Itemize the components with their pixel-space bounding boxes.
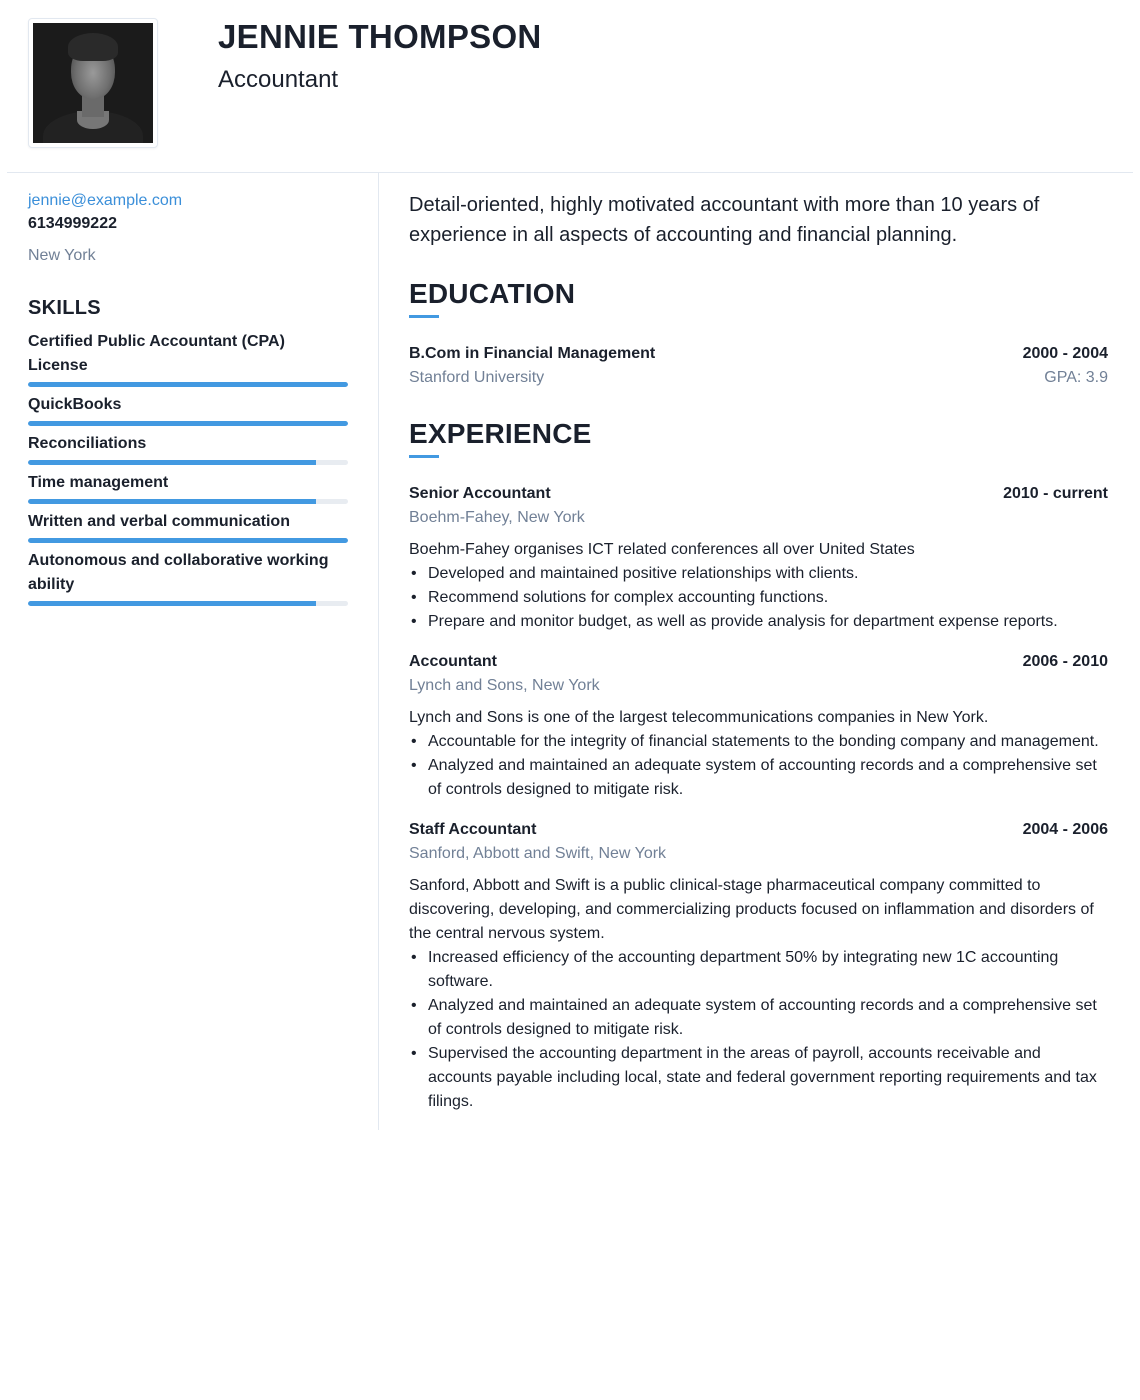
candidate-title: Accountant: [218, 66, 339, 93]
main-content: Detail-oriented, highly motivated accoun…: [409, 190, 1108, 1114]
skill-level-fill: [28, 538, 348, 543]
skill-level-fill: [28, 499, 316, 504]
job-bullet: Developed and maintained positive relati…: [409, 562, 1108, 586]
sidebar: jennie@example.com 6134999222 New York S…: [28, 190, 348, 606]
skill-item: Written and verbal communication: [28, 510, 348, 543]
experience-header-row: Senior Accountant 2010 - current: [409, 482, 1108, 506]
job-years: 2010 - current: [1003, 485, 1108, 502]
skill-item: Time management: [28, 471, 348, 504]
experience-header-row: Staff Accountant 2004 - 2006: [409, 818, 1108, 842]
candidate-name: JENNIE THOMPSON: [218, 18, 542, 55]
skills-heading: SKILLS: [28, 297, 101, 319]
skill-name: QuickBooks: [28, 396, 122, 413]
skill-level-bar: [28, 421, 348, 426]
education-entry: B.Com in Financial Management 2000 - 2004…: [409, 342, 1108, 390]
job-bullet: Analyzed and maintained an adequate syst…: [409, 994, 1108, 1042]
job-description: Boehm-Fahey organises ICT related confer…: [409, 541, 915, 558]
experience-header-row: Accountant 2006 - 2010: [409, 650, 1108, 674]
location: New York: [28, 247, 96, 264]
profile-photo: [33, 23, 153, 143]
job-years: 2004 - 2006: [1022, 821, 1108, 838]
job-bullet: Supervised the accounting department in …: [409, 1042, 1108, 1114]
profile-photo-frame: [28, 18, 158, 148]
phone-number: 6134999222: [28, 215, 117, 232]
degree: B.Com in Financial Management: [409, 345, 656, 362]
resume-header: JENNIE THOMPSON Accountant: [0, 0, 1140, 173]
job-description: Sanford, Abbott and Swift is a public cl…: [409, 877, 1094, 942]
skill-level-bar: [28, 499, 348, 504]
skill-item: Autonomous and collaborative working abi…: [28, 549, 348, 606]
experience-list: Senior Accountant 2010 - current Boehm-Fah…: [409, 482, 1108, 1114]
job-role: Staff Accountant: [409, 821, 537, 838]
job-description: Lynch and Sons is one of the largest tel…: [409, 709, 989, 726]
education-list: B.Com in Financial Management 2000 - 2004…: [409, 342, 1108, 390]
education-heading: EDUCATION: [409, 276, 1108, 318]
job-bullets: Developed and maintained positive relati…: [409, 562, 1108, 634]
skill-level-bar: [28, 382, 348, 387]
company: Sanford, Abbott and Swift, New York: [409, 845, 667, 862]
skills-list: Certified Public Accountant (CPA) Licens…: [28, 330, 348, 606]
skill-level-bar: [28, 460, 348, 465]
experience-entry: Staff Accountant 2004 - 2006 Sanford, Abbo…: [409, 818, 1108, 1114]
skill-item: Certified Public Accountant (CPA) Licens…: [28, 330, 348, 387]
job-role: Senior Accountant: [409, 485, 551, 502]
skill-name: Certified Public Accountant (CPA) Licens…: [28, 333, 285, 374]
skill-item: QuickBooks: [28, 393, 348, 426]
job-bullet: Analyzed and maintained an adequate syst…: [409, 754, 1108, 802]
experience-heading: EXPERIENCE: [409, 416, 1108, 458]
skill-level-fill: [28, 460, 316, 465]
summary: Detail-oriented, highly motivated accoun…: [409, 194, 1040, 246]
education-sub-row: Stanford University GPA: 3.9: [409, 366, 1108, 390]
job-bullets: Accountable for the integrity of financi…: [409, 730, 1108, 802]
skill-level-bar: [28, 601, 348, 606]
company: Boehm-Fahey, New York: [409, 509, 585, 526]
skill-level-fill: [28, 421, 348, 426]
header-divider: [7, 172, 1133, 173]
job-bullet: Prepare and monitor budget, as well as p…: [409, 610, 1108, 634]
skill-level-bar: [28, 538, 348, 543]
job-bullet: Accountable for the integrity of financi…: [409, 730, 1108, 754]
skill-name: Autonomous and collaborative working abi…: [28, 552, 329, 593]
skill-item: Reconciliations: [28, 432, 348, 465]
education-header-row: B.Com in Financial Management 2000 - 2004: [409, 342, 1108, 366]
skill-level-fill: [28, 601, 316, 606]
experience-entry: Accountant 2006 - 2010 Lynch and Sons, New…: [409, 650, 1108, 802]
job-bullet: Increased efficiency of the accounting d…: [409, 946, 1108, 994]
job-bullet: Recommend solutions for complex accounti…: [409, 586, 1108, 610]
experience-entry: Senior Accountant 2010 - current Boehm-Fah…: [409, 482, 1108, 634]
skill-name: Time management: [28, 474, 169, 491]
gpa: GPA: 3.9: [1044, 369, 1108, 386]
column-divider: [378, 173, 379, 1130]
skill-name: Written and verbal communication: [28, 513, 290, 530]
education-years: 2000 - 2004: [1022, 345, 1108, 362]
skill-name: Reconciliations: [28, 435, 147, 452]
company: Lynch and Sons, New York: [409, 677, 600, 694]
email-link[interactable]: jennie@example.com: [28, 190, 348, 212]
school: Stanford University: [409, 369, 545, 386]
job-role: Accountant: [409, 653, 497, 670]
job-years: 2006 - 2010: [1022, 653, 1108, 670]
skill-level-fill: [28, 382, 348, 387]
job-bullets: Increased efficiency of the accounting d…: [409, 946, 1108, 1114]
